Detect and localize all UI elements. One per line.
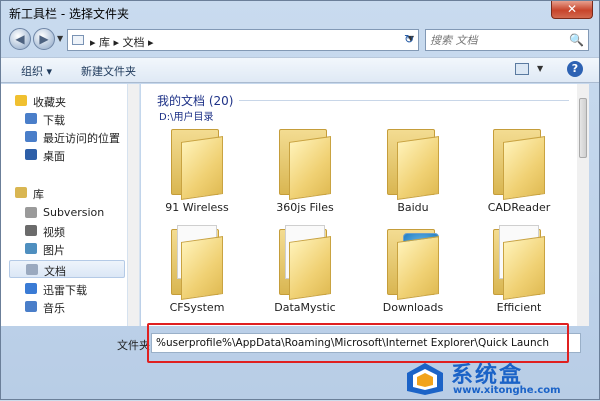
folder-item[interactable]: CADReader (479, 125, 559, 217)
new-folder-button[interactable]: 新建文件夹 (81, 63, 136, 79)
folder-name-row: 文件夹: (1, 327, 599, 357)
sidebar-item[interactable]: 文档 (9, 260, 125, 278)
folder-item[interactable]: 360js Files (265, 125, 345, 217)
folder-item[interactable]: 91 Wireless (157, 125, 237, 217)
library-icon (15, 187, 27, 198)
folder-label: CFSystem (169, 301, 225, 314)
sidebar-item-label: 收藏夹 (33, 96, 66, 109)
sidebar-item[interactable]: Subversion (9, 204, 125, 222)
folder-item[interactable]: Efficient (479, 225, 559, 317)
search-input[interactable] (430, 32, 568, 48)
folder-icon (279, 125, 333, 200)
folder-item[interactable]: Downloads (373, 225, 453, 317)
music-icon (25, 301, 37, 312)
group-path: D:\用户目录 (159, 112, 214, 123)
folder-name-input[interactable] (151, 333, 581, 353)
history-dropdown-icon[interactable]: ▼ (57, 34, 63, 43)
sidebar-item-label: 音乐 (43, 302, 65, 315)
sidebar-item[interactable]: 音乐 (9, 298, 125, 316)
folder-dialog-window: 新工具栏 - 选择文件夹 ✕ ◀ ▶ ▼ ▸ 库 ▸ 文档 ▸ ▼ ↻ 🔍 组织… (0, 0, 600, 400)
library-icon (25, 207, 37, 218)
download-icon (25, 113, 37, 124)
folder-icon (493, 225, 547, 300)
navigation-bar: ◀ ▶ ▼ ▸ 库 ▸ 文档 ▸ ▼ ↻ 🔍 (1, 25, 599, 55)
refresh-button[interactable]: ↻ (399, 29, 419, 49)
view-dropdown-icon[interactable]: ▼ (537, 64, 543, 73)
breadcrumb[interactable]: ▸ 库 ▸ 文档 ▸ (90, 34, 154, 50)
title-bar: 新工具栏 - 选择文件夹 ✕ (1, 1, 599, 23)
group-divider (239, 100, 569, 101)
file-list-scrollbar[interactable] (577, 84, 589, 326)
folder-label: Downloads (382, 301, 444, 314)
video-icon (25, 225, 37, 236)
sidebar-item-label: 下载 (43, 114, 65, 127)
sidebar-item[interactable]: 下载 (9, 110, 125, 128)
folder-label: 360js Files (276, 201, 334, 214)
folder-item[interactable]: Baidu (373, 125, 453, 217)
help-button[interactable]: ? (567, 61, 583, 77)
folder-icon (171, 225, 225, 300)
sidebar-item[interactable]: 收藏夹 (9, 92, 125, 110)
sidebar-item-label: Subversion (43, 206, 105, 219)
folder-icon (387, 125, 441, 200)
folder-name-label: 文件夹: (117, 339, 154, 352)
window-title: 新工具栏 - 选择文件夹 (9, 7, 129, 21)
address-bar[interactable]: ▸ 库 ▸ 文档 ▸ ▼ (67, 29, 419, 51)
watermark-url: www.xitonghe.com (453, 385, 561, 396)
thunder-icon (25, 283, 37, 294)
folder-label: 91 Wireless (165, 201, 229, 214)
organize-button[interactable]: 组织 ▾ (21, 63, 52, 79)
picture-icon (25, 243, 37, 254)
sidebar-item-label: 图片 (43, 244, 65, 257)
sidebar-item[interactable]: 库 (9, 184, 125, 202)
watermark-logo-icon (407, 363, 443, 395)
folder-label: CADReader (487, 201, 551, 214)
sidebar-item-label: 视频 (43, 226, 65, 239)
folder-label: Baidu (397, 201, 429, 214)
documents-icon (26, 264, 38, 275)
sidebar-item[interactable]: 迅雷下载 (9, 280, 125, 298)
watermark: 系统盒 www.xitonghe.com (405, 357, 600, 401)
navigation-pane-scrollbar[interactable] (128, 84, 140, 326)
folder-icon (171, 125, 225, 200)
sidebar-item[interactable]: 桌面 (9, 146, 125, 164)
sidebar-item-label: 最近访问的位置 (43, 132, 120, 145)
back-button[interactable]: ◀ (9, 28, 31, 50)
desktop-icon (25, 149, 37, 160)
sidebar-item[interactable]: 视频 (9, 222, 125, 240)
star-icon (15, 95, 27, 106)
folder-item[interactable]: DataMystic (265, 225, 345, 317)
sidebar-item-label: 文档 (44, 265, 66, 278)
folder-icon (493, 125, 547, 200)
search-box[interactable]: 🔍 (425, 29, 589, 51)
sidebar-item-label: 库 (33, 188, 44, 201)
search-icon[interactable]: 🔍 (569, 33, 584, 47)
folder-label: Efficient (496, 301, 542, 314)
navigation-pane: 收藏夹下载最近访问的位置 桌面库 Subversion 视频图片文档迅雷下载音乐 (1, 84, 128, 326)
recent-places-icon (25, 131, 37, 142)
view-options-icon[interactable] (515, 63, 529, 75)
forward-button[interactable]: ▶ (33, 28, 55, 50)
sidebar-item[interactable]: 图片 (9, 240, 125, 258)
folder-item[interactable]: CFSystem (157, 225, 237, 317)
close-button[interactable]: ✕ (551, 1, 593, 19)
sidebar-item[interactable]: 最近访问的位置 (9, 128, 125, 146)
folder-icon (387, 225, 441, 300)
address-folder-icon (72, 35, 84, 45)
folder-icon (279, 225, 333, 300)
scrollbar-thumb[interactable] (579, 98, 587, 158)
sidebar-item-label: 迅雷下载 (43, 284, 87, 297)
folder-label: DataMystic (274, 301, 336, 314)
sidebar-item-label: 桌面 (43, 150, 65, 163)
group-title: 我的文档 (20) (157, 94, 234, 108)
command-toolbar: 组织 ▾ 新建文件夹 ▼ ? (1, 57, 599, 83)
